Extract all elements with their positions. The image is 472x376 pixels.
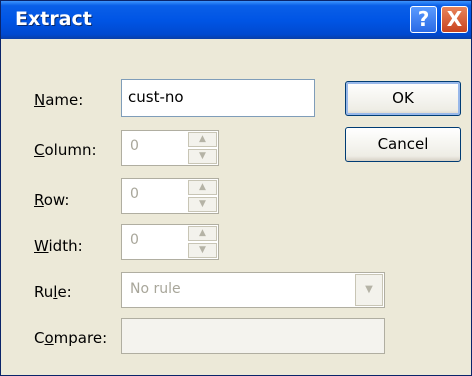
- width-spinner[interactable]: 0 ▲ ▼: [121, 224, 219, 260]
- row-value: 0: [130, 186, 139, 202]
- name-input[interactable]: cust-no: [121, 79, 315, 117]
- row-spin-up-icon[interactable]: ▲: [188, 180, 217, 195]
- help-button[interactable]: ?: [410, 6, 437, 33]
- width-label: Width:: [34, 237, 83, 255]
- title-bar: Extract ? X: [1, 1, 471, 39]
- dialog-title: Extract: [15, 8, 92, 30]
- row-spinner[interactable]: 0 ▲ ▼: [121, 178, 219, 214]
- cancel-button[interactable]: Cancel: [345, 127, 461, 162]
- column-spin-down-icon[interactable]: ▼: [188, 149, 217, 164]
- close-button[interactable]: X: [441, 6, 468, 33]
- width-spin-up-icon[interactable]: ▲: [188, 226, 217, 241]
- row-label: Row:: [34, 191, 70, 209]
- ok-button[interactable]: OK: [345, 81, 461, 116]
- name-label: Name:: [34, 91, 84, 109]
- rule-label: Rule:: [34, 283, 72, 301]
- column-value: 0: [130, 138, 139, 154]
- column-label: Column:: [34, 141, 97, 159]
- chevron-down-icon[interactable]: ▼: [355, 274, 383, 306]
- column-spinner[interactable]: 0 ▲ ▼: [121, 130, 219, 166]
- column-spin-up-icon[interactable]: ▲: [188, 132, 217, 147]
- extract-dialog: Extract ? X Name: cust-no Column: 0 ▲ ▼ …: [0, 0, 472, 376]
- row-spin-down-icon[interactable]: ▼: [188, 197, 217, 212]
- rule-value: No rule: [130, 281, 181, 297]
- width-value: 0: [130, 232, 139, 248]
- compare-input[interactable]: [121, 318, 385, 354]
- rule-select[interactable]: No rule ▼: [121, 272, 385, 308]
- width-spin-down-icon[interactable]: ▼: [188, 243, 217, 258]
- compare-label: Compare:: [34, 329, 108, 347]
